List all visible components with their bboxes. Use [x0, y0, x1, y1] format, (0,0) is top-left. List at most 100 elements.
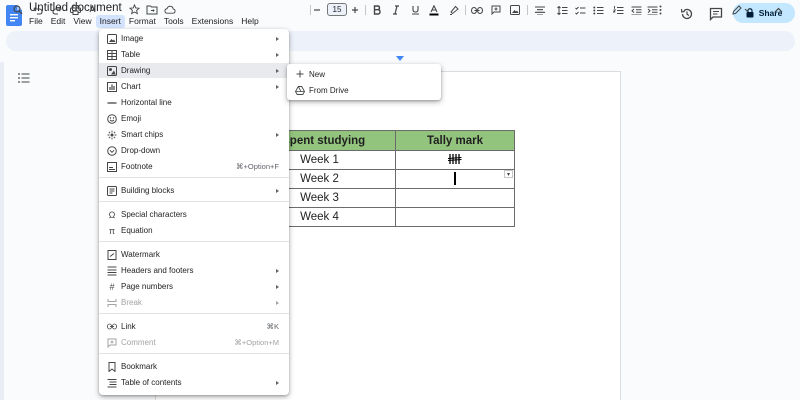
submenu-arrow-icon	[276, 188, 279, 193]
menu-item-smart-chips[interactable]: Smart chips	[99, 127, 289, 142]
menu-item-break[interactable]: Break	[99, 295, 289, 310]
submenu-arrow-icon	[276, 284, 279, 289]
submenu-arrow-icon	[276, 268, 279, 273]
menu-item-drawing[interactable]: Drawing	[99, 63, 289, 78]
menu-divider	[99, 241, 289, 242]
document-outline-icon[interactable]	[18, 73, 30, 83]
comment-icon	[107, 338, 117, 348]
drawing-icon	[107, 65, 117, 76]
align-icon[interactable]	[533, 3, 547, 17]
menu-item-table-of-contents[interactable]: Table of contents	[99, 375, 289, 390]
submenu-arrow-icon	[276, 380, 279, 385]
menu-divider	[99, 177, 289, 178]
chart-icon	[107, 81, 117, 92]
checklist-icon[interactable]	[574, 3, 586, 17]
insert-image-icon[interactable]	[509, 3, 521, 17]
undo-icon[interactable]	[32, 3, 44, 17]
submenu-arrow-icon	[276, 132, 279, 137]
menu-tools[interactable]: Tools	[160, 15, 188, 28]
move-folder-icon[interactable]	[146, 3, 158, 15]
drawing-submenu: New From Drive	[287, 64, 441, 100]
menu-item-page-numbers[interactable]: # Page numbers	[99, 279, 289, 294]
submenu-arrow-icon	[276, 68, 279, 73]
menu-item-table[interactable]: Table	[99, 47, 289, 62]
bold-icon[interactable]	[371, 3, 383, 17]
emoji-icon	[107, 113, 117, 124]
star-icon[interactable]	[128, 3, 140, 15]
shortcut-text: ⌘K	[266, 322, 279, 331]
menu-extensions[interactable]: Extensions	[188, 15, 238, 28]
insert-link-icon[interactable]	[471, 3, 483, 17]
menu-help[interactable]: Help	[237, 15, 262, 28]
italic-icon[interactable]	[390, 3, 402, 17]
tally-marks	[448, 153, 462, 164]
watermark-icon	[107, 249, 117, 260]
more-options-icon[interactable]	[656, 3, 664, 17]
table-of-contents-icon	[107, 378, 117, 388]
ruler-indent-marker[interactable]	[396, 56, 404, 61]
menu-item-bookmark[interactable]: Bookmark	[99, 359, 289, 374]
editing-mode-icon[interactable]	[731, 3, 751, 17]
dropdown-icon	[107, 145, 117, 156]
menu-item-emoji[interactable]: Emoji	[99, 111, 289, 126]
comments-icon[interactable]	[709, 7, 723, 21]
omega-icon: Ω	[108, 209, 116, 220]
menu-item-footnote[interactable]: Footnote ⌘+Option+F	[99, 159, 289, 174]
left-ruler	[0, 62, 4, 400]
font-size-input[interactable]: 15	[327, 3, 347, 16]
bookmark-icon	[107, 361, 117, 372]
menu-insert[interactable]: Insert	[95, 15, 125, 28]
insert-menu: Image Table Drawing Chart Horizontal lin…	[99, 29, 289, 395]
decrease-indent-icon[interactable]	[630, 3, 642, 17]
table-cell-tally[interactable]	[395, 207, 515, 227]
version-history-icon[interactable]	[680, 7, 694, 21]
shortcut-text: ⌘+Option+M	[234, 338, 279, 347]
submenu-arrow-icon	[276, 52, 279, 57]
menu-item-image[interactable]: Image	[99, 31, 289, 46]
text-cursor-tally-mark	[454, 172, 456, 185]
add-comment-icon[interactable]	[490, 3, 502, 17]
submenu-item-from-drive[interactable]: From Drive	[287, 83, 441, 97]
submenu-item-new[interactable]: New	[287, 67, 441, 81]
menu-item-headers-footers[interactable]: Headers and footers	[99, 263, 289, 278]
menu-item-building-blocks[interactable]: Building blocks	[99, 183, 289, 198]
menu-divider	[99, 353, 289, 354]
menu-item-horizontal-line[interactable]: Horizontal line	[99, 95, 289, 110]
cloud-status-icon[interactable]	[164, 3, 176, 15]
redo-icon[interactable]	[51, 3, 63, 17]
search-menus-icon[interactable]	[12, 3, 24, 17]
submenu-arrow-icon	[276, 300, 279, 305]
image-icon	[107, 33, 117, 44]
footnote-icon	[107, 161, 117, 172]
menu-item-comment[interactable]: Comment ⌘+Option+M	[99, 335, 289, 350]
table-cell-tally[interactable]	[395, 188, 515, 208]
cell-chevron-down-icon[interactable]: ▾	[504, 170, 513, 178]
menu-divider	[99, 201, 289, 202]
menu-item-link[interactable]: Link ⌘K	[99, 319, 289, 334]
increase-font-size-icon[interactable]	[350, 3, 360, 17]
highlight-color-icon[interactable]	[448, 3, 460, 17]
spellcheck-icon[interactable]	[88, 3, 100, 17]
headers-footers-icon	[107, 266, 117, 276]
collapse-menus-icon[interactable]	[772, 3, 784, 17]
smart-chips-icon	[107, 130, 117, 140]
menu-item-watermark[interactable]: Watermark	[99, 247, 289, 262]
menu-format[interactable]: Format	[125, 15, 160, 28]
line-spacing-icon[interactable]	[556, 3, 568, 17]
text-color-icon[interactable]	[428, 3, 440, 17]
table-cell-tally[interactable]	[395, 150, 515, 170]
decrease-font-size-icon[interactable]	[312, 3, 322, 17]
drive-icon	[295, 85, 305, 95]
numbered-list-icon[interactable]	[612, 3, 624, 17]
menu-item-special-characters[interactable]: Ω Special characters	[99, 207, 289, 222]
table-header-cell[interactable]: Tally mark	[395, 130, 515, 151]
print-icon[interactable]	[69, 3, 81, 17]
shortcut-text: ⌘+Option+F	[236, 162, 279, 171]
menu-item-drop-down[interactable]: Drop-down	[99, 143, 289, 158]
horizontal-line-icon	[107, 98, 117, 108]
menu-item-equation[interactable]: π Equation	[99, 223, 289, 238]
menu-item-chart[interactable]: Chart	[99, 79, 289, 94]
underline-icon[interactable]	[409, 3, 421, 17]
bulleted-list-icon[interactable]	[592, 3, 604, 17]
hash-icon: #	[109, 281, 115, 292]
